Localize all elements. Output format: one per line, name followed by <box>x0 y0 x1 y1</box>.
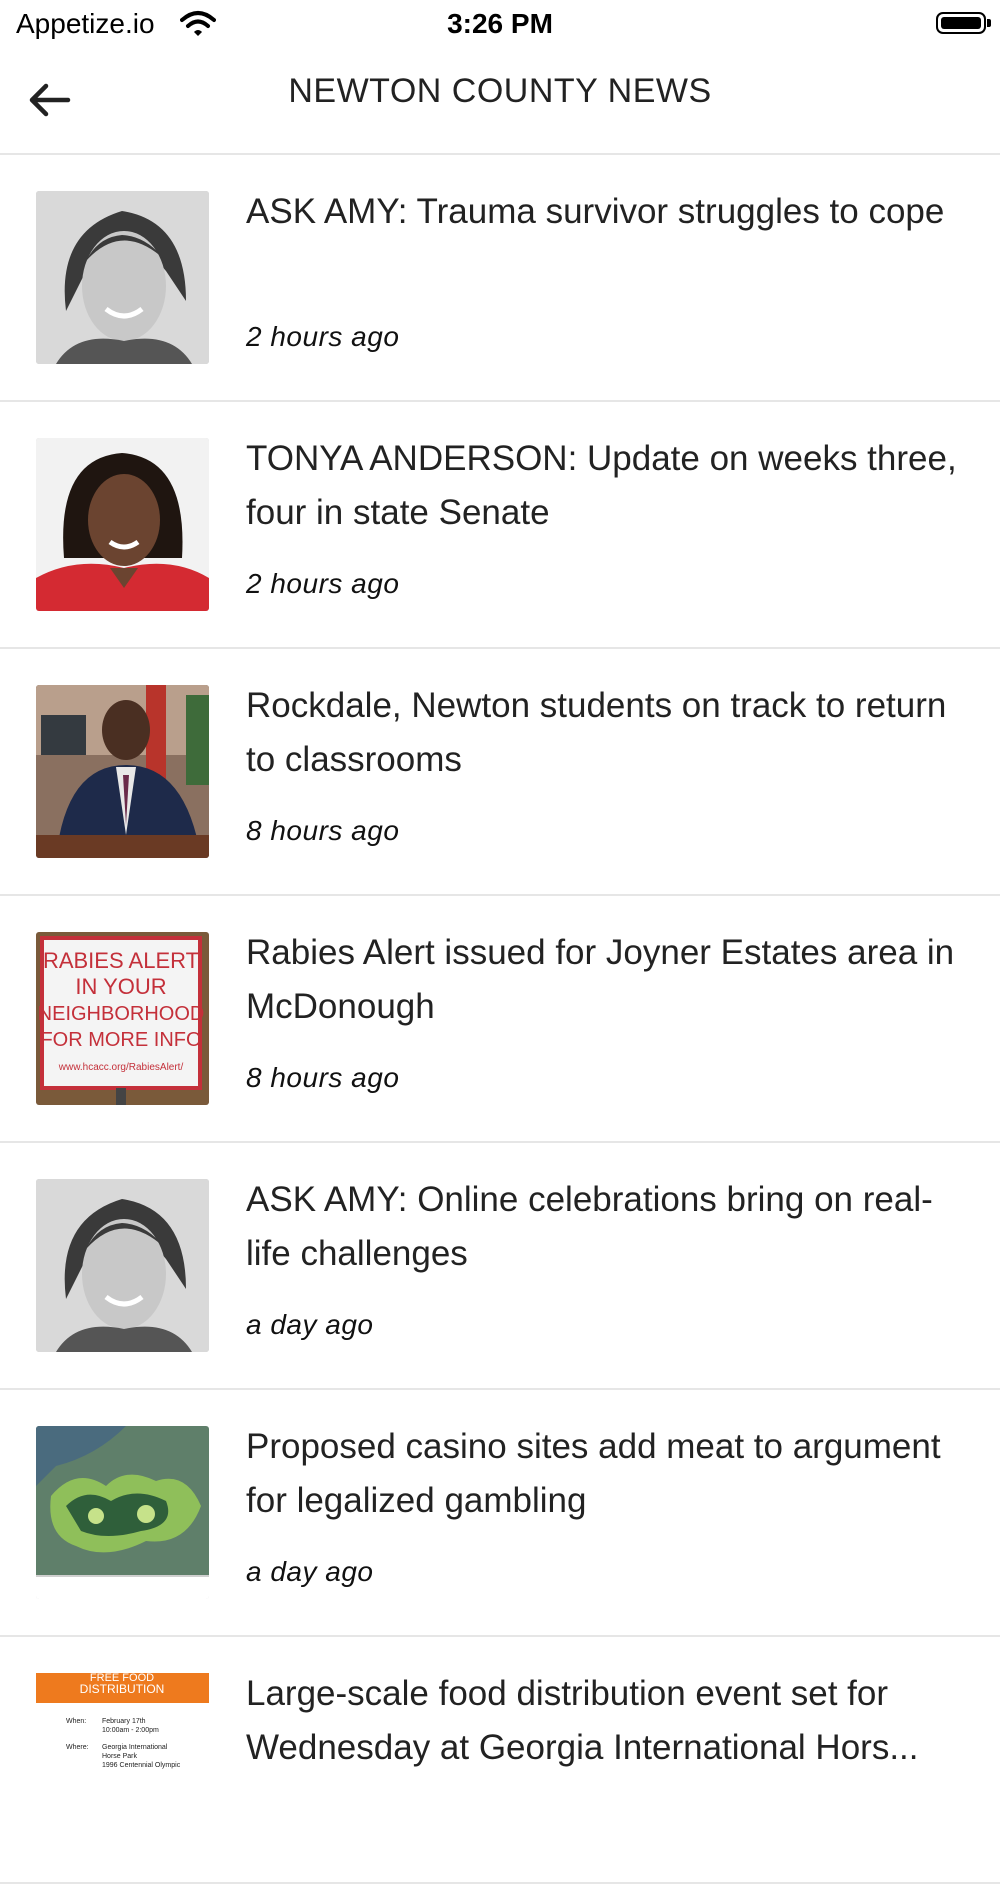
svg-text:Horse Park: Horse Park <box>102 1753 138 1760</box>
article-thumbnail <box>36 191 209 364</box>
svg-text:FOR MORE INFO: FOR MORE INFO <box>40 1029 201 1051</box>
article-thumbnail: FREE FOOD DISTRIBUTION When: February 17… <box>36 1673 209 1846</box>
svg-text:DISTRIBUTION: DISTRIBUTION <box>80 1682 165 1696</box>
svg-text:www.hcacc.org/RabiesAlert/: www.hcacc.org/RabiesAlert/ <box>58 1062 184 1073</box>
svg-text:Where:: Where: <box>66 1744 89 1751</box>
article-headline: Proposed casino sites add meat to argume… <box>246 1427 941 1520</box>
page-title: NEWTON COUNTY NEWS <box>288 72 712 110</box>
article-item[interactable]: RABIES ALERT IN YOUR NEIGHBORHOOD FOR MO… <box>0 896 1000 1143</box>
article-timestamp: a day ago <box>246 1309 374 1340</box>
battery-icon <box>936 12 991 34</box>
svg-text:1996 Centennial Olympic: 1996 Centennial Olympic <box>102 1762 181 1769</box>
article-headline-line-1: Large-scale food distribution event set … <box>246 1674 889 1713</box>
article-item[interactable]: FREE FOOD DISTRIBUTION When: February 17… <box>0 1637 1000 1884</box>
article-headline: ASK AMY: Online celebrations bring on re… <box>246 1180 933 1273</box>
article-timestamp: 8 hours ago <box>246 815 400 846</box>
article-headline: Rockdale, Newton students on track to re… <box>246 686 947 779</box>
article-item[interactable]: Rockdale, Newton students on track to re… <box>0 649 1000 896</box>
article-item[interactable]: Proposed casino sites add meat to argume… <box>0 1390 1000 1637</box>
article-headline-line-2: Wednesday at Georgia International Hors.… <box>246 1728 919 1767</box>
article-item[interactable]: ASK AMY: Online celebrations bring on re… <box>0 1143 1000 1390</box>
article-thumbnail <box>36 438 209 611</box>
article-thumbnail <box>36 1179 209 1352</box>
svg-text:RABIES ALERT: RABIES ALERT <box>43 948 199 973</box>
svg-text:10:00am - 2:00pm: 10:00am - 2:00pm <box>102 1727 159 1734</box>
svg-text:When:: When: <box>66 1718 86 1725</box>
svg-text:NEIGHBORHOOD: NEIGHBORHOOD <box>38 1003 205 1025</box>
article-headline: ASK AMY: Trauma survivor struggles to co… <box>246 192 945 231</box>
article-item[interactable]: TONYA ANDERSON: Update on weeks three, f… <box>0 402 1000 649</box>
article-timestamp: 2 hours ago <box>246 568 400 599</box>
status-bar: Appetize.io 3:26 PM <box>0 0 1000 50</box>
article-headline: TONYA ANDERSON: Update on weeks three, f… <box>246 439 957 532</box>
svg-text:Georgia International: Georgia International <box>102 1744 168 1751</box>
article-timestamp: a day ago <box>246 1556 374 1587</box>
status-time: 3:26 PM <box>447 8 553 39</box>
article-list: ASK AMY: Trauma survivor struggles to co… <box>0 155 1000 1884</box>
article-thumbnail: RABIES ALERT IN YOUR NEIGHBORHOOD FOR MO… <box>36 932 209 1105</box>
article-thumbnail <box>36 685 209 858</box>
article-headline: Large-scale food distribution event set … <box>246 1667 976 1775</box>
article-item[interactable]: ASK AMY: Trauma survivor struggles to co… <box>0 155 1000 402</box>
app-bar: NEWTON COUNTY NEWS <box>0 50 1000 155</box>
article-timestamp: 8 hours ago <box>246 1062 400 1093</box>
article-timestamp: 2 hours ago <box>246 321 400 352</box>
article-headline: Rabies Alert issued for Joyner Estates a… <box>246 933 955 1026</box>
svg-text:IN YOUR: IN YOUR <box>75 974 166 999</box>
svg-text:February 17th: February 17th <box>102 1718 146 1725</box>
article-thumbnail <box>36 1426 209 1599</box>
